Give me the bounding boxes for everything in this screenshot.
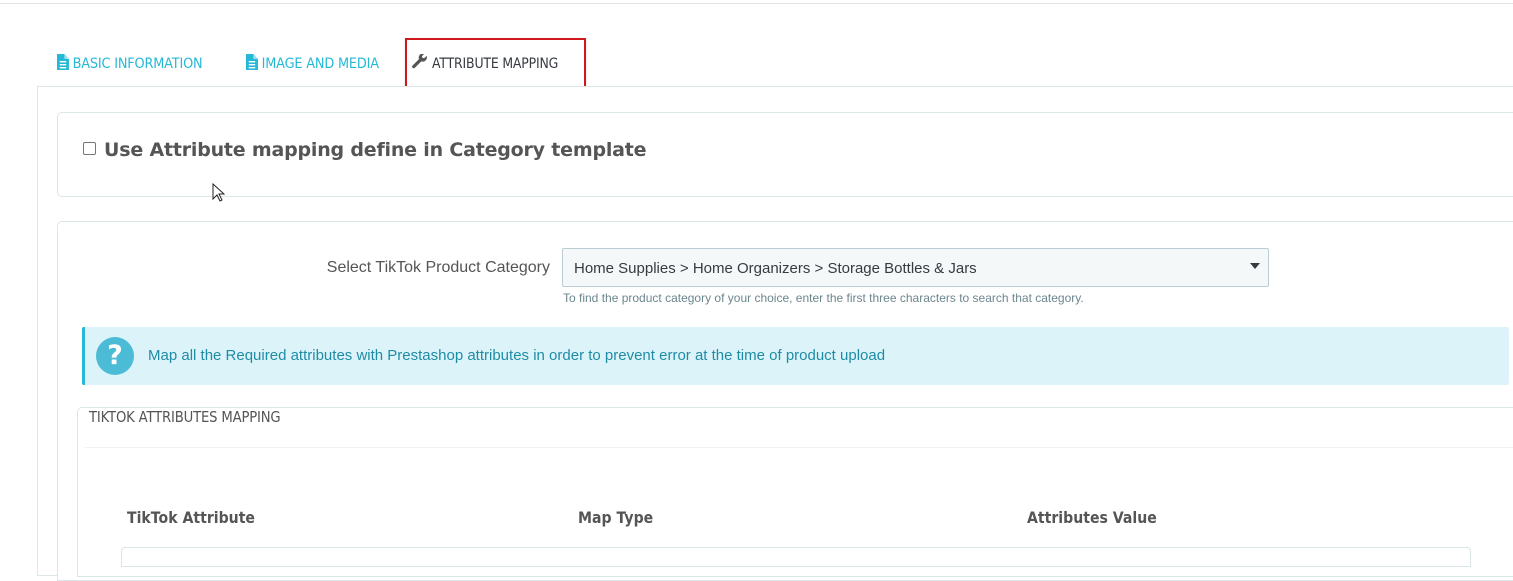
attributes-mapping-title: TIKTOK ATTRIBUTES MAPPING	[89, 408, 281, 426]
file-icon	[246, 53, 258, 74]
category-help-text: To find the product category of your cho…	[563, 291, 1084, 305]
use-category-template-label[interactable]: Use Attribute mapping define in Category…	[104, 139, 647, 161]
category-select-label: Select TikTok Product Category	[326, 259, 550, 276]
panel-divider	[85, 447, 1513, 448]
tab-label: IMAGE AND MEDIA	[261, 55, 379, 72]
column-header-attributes-value: Attributes Value	[1027, 508, 1157, 527]
mapping-table-body	[121, 547, 1471, 567]
tab-attribute-mapping[interactable]: ATTRIBUTE MAPPING	[405, 38, 586, 89]
tab-basic-information[interactable]: BASIC INFORMATION	[57, 38, 203, 89]
column-header-tiktok-attribute: TikTok Attribute	[127, 508, 255, 527]
tab-image-and-media[interactable]: IMAGE AND MEDIA	[246, 38, 379, 89]
chevron-down-icon	[1250, 263, 1260, 269]
tiktok-category-select[interactable]: Home Supplies > Home Organizers > Storag…	[562, 248, 1269, 287]
use-category-template-checkbox[interactable]	[83, 142, 96, 155]
tab-label: BASIC INFORMATION	[72, 55, 203, 72]
mouse-cursor-icon	[212, 182, 226, 208]
file-icon	[57, 53, 69, 74]
top-divider	[0, 3, 1513, 4]
alert-message: Map all the Required attributes with Pre…	[148, 347, 886, 364]
info-alert: ? Map all the Required attributes with P…	[82, 327, 1509, 385]
tab-label: ATTRIBUTE MAPPING	[432, 55, 559, 72]
selected-category: Home Supplies > Home Organizers > Storag…	[574, 260, 977, 277]
wrench-icon	[412, 52, 428, 74]
column-header-map-type: Map Type	[578, 508, 654, 527]
question-circle-icon: ?	[96, 337, 134, 375]
